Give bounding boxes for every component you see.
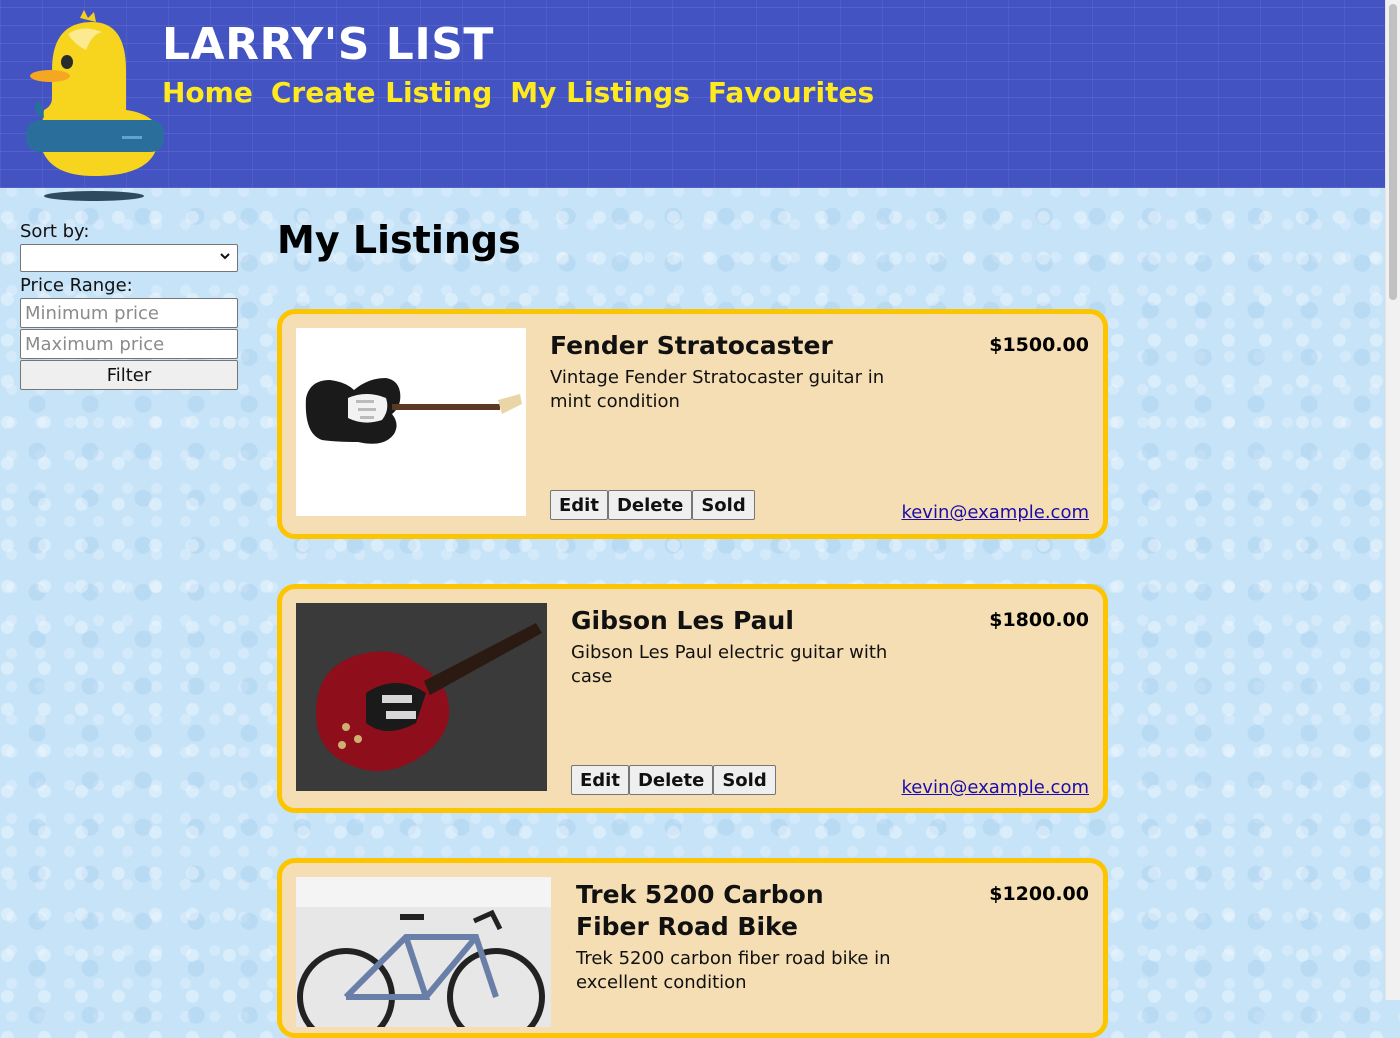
listing-name: Trek 5200 Carbon Fiber Road Bike: [576, 880, 824, 941]
edit-button[interactable]: Edit: [550, 490, 608, 520]
filter-sidebar: Sort by: Price Range: Filter: [20, 220, 238, 390]
sort-select[interactable]: [20, 244, 238, 272]
main-nav: Home Create Listing My Listings Favourit…: [162, 76, 874, 110]
edit-button[interactable]: Edit: [571, 765, 629, 795]
scrollbar-thumb[interactable]: [1389, 4, 1397, 300]
nav-create-listing[interactable]: Create Listing: [271, 76, 492, 110]
seller-email-link[interactable]: kevin@example.com: [901, 777, 1089, 798]
nav-favourites[interactable]: Favourites: [708, 76, 874, 110]
listing-actions: Edit Delete Sold: [571, 765, 776, 795]
delete-button[interactable]: Delete: [628, 765, 714, 795]
sort-label: Sort by:: [20, 221, 90, 242]
listing-card: Gibson Les Paul Gibson Les Paul electric…: [277, 584, 1108, 813]
listing-image[interactable]: [296, 328, 526, 516]
listing-image[interactable]: [296, 603, 547, 791]
chevron-down-icon: [220, 253, 230, 260]
listing-price: $1200.00: [989, 883, 1089, 905]
min-price-input[interactable]: [20, 298, 238, 328]
site-header: LARRY'S LIST Home Create Listing My List…: [0, 0, 1385, 201]
sold-button[interactable]: Sold: [713, 765, 776, 795]
nav-home[interactable]: Home: [162, 76, 253, 110]
max-price-input[interactable]: [20, 329, 238, 359]
sold-button[interactable]: Sold: [692, 490, 755, 520]
listing-image[interactable]: [296, 877, 551, 1027]
nav-my-listings[interactable]: My Listings: [510, 76, 690, 110]
listing-description: Trek 5200 carbon fiber road bike in exce…: [576, 948, 891, 993]
listing-actions: Edit Delete Sold: [550, 490, 755, 520]
listing-name: Gibson Les Paul: [571, 606, 794, 635]
road-bike-icon: [296, 877, 551, 1027]
filter-button[interactable]: Filter: [20, 360, 238, 390]
listing-card: Trek 5200 Carbon Fiber Road Bike Trek 52…: [277, 858, 1108, 1038]
red-electric-guitar-icon: [296, 603, 547, 791]
listing-name: Fender Stratocaster: [550, 331, 833, 360]
listing-price: $1800.00: [989, 609, 1089, 631]
black-electric-guitar-icon: [305, 378, 522, 444]
page-title: My Listings: [277, 218, 521, 262]
page-scrollbar[interactable]: [1385, 0, 1400, 1000]
delete-button[interactable]: Delete: [607, 490, 693, 520]
listing-description: Vintage Fender Stratocaster guitar in mi…: [550, 367, 885, 412]
listing-price: $1500.00: [989, 334, 1089, 356]
seller-email-link[interactable]: kevin@example.com: [901, 502, 1089, 523]
duck-logo-icon[interactable]: [22, 10, 167, 202]
price-range-label: Price Range:: [20, 275, 133, 296]
site-title: LARRY'S LIST: [162, 19, 494, 70]
listing-card: Fender Stratocaster Vintage Fender Strat…: [277, 309, 1108, 539]
listing-description: Gibson Les Paul electric guitar with cas…: [571, 642, 888, 687]
